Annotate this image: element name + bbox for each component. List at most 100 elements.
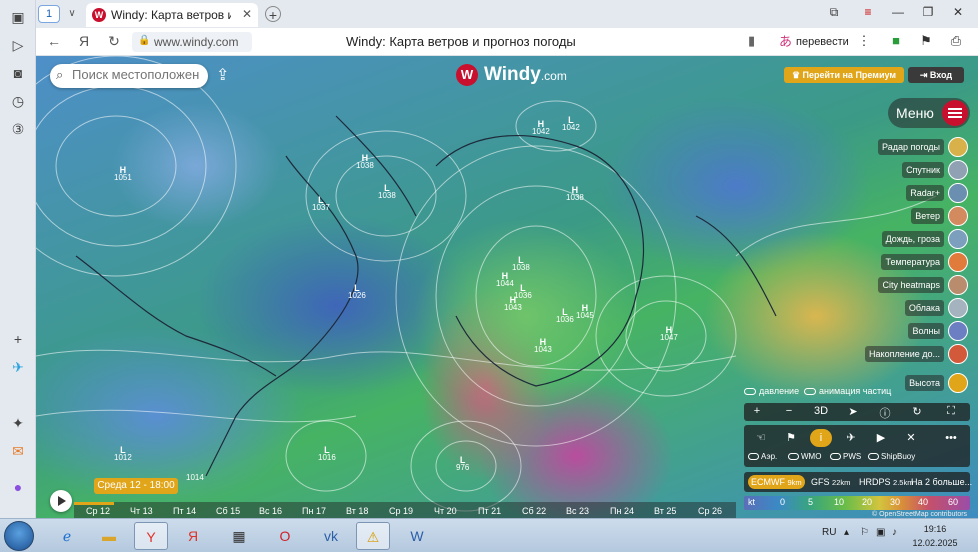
counter-icon[interactable]: ③ [9, 120, 27, 138]
back-icon[interactable]: ← [44, 33, 64, 49]
play-icon[interactable]: ▷ [9, 36, 27, 54]
menu-notify-icon[interactable]: ≡ [858, 5, 878, 19]
word-icon[interactable]: W [400, 522, 434, 550]
crown-icon: ♛ [791, 70, 803, 80]
model-more[interactable]: На 2 больше... [908, 475, 975, 489]
pressure-label: L 1016 [318, 445, 336, 462]
heatmap-icon [948, 275, 968, 295]
extension-icon[interactable]: ■ [886, 33, 906, 48]
timeline-progress [74, 502, 114, 505]
tray-arrow-icon[interactable]: ▴ [844, 527, 849, 538]
map-controls: + − 3D ➤ ⓘ ↻ ⛶ [744, 403, 970, 421]
locate-icon[interactable]: ➤ [842, 405, 864, 418]
model-gfs[interactable]: GFS 22km [808, 475, 853, 489]
info-icon[interactable]: ⓘ [874, 405, 896, 421]
volume-icon[interactable]: ♪ [892, 527, 897, 538]
accumulation-icon [948, 344, 968, 364]
zoom-out-icon[interactable]: − [778, 405, 800, 417]
tray-flag-icon[interactable]: ⚐ [860, 527, 869, 538]
close-window-icon[interactable]: ✕ [948, 5, 968, 19]
model-ecmwf[interactable]: ECMWF 9km [748, 475, 805, 489]
downloads-icon[interactable]: ⎙ [946, 33, 966, 49]
yandex-browser-icon[interactable]: Y [134, 522, 168, 550]
yandex-icon[interactable]: Я [74, 33, 94, 49]
mail-icon[interactable]: ✉ [9, 442, 27, 460]
refresh-icon[interactable]: ↻ [906, 405, 928, 418]
collections-icon[interactable]: ⧉ [824, 5, 844, 20]
play-button[interactable] [50, 490, 72, 512]
alice-icon[interactable]: ● [9, 478, 27, 496]
pressure-label: H 1043 [504, 295, 522, 312]
yandex-icon[interactable]: Я [176, 522, 210, 550]
fullscreen-icon[interactable]: ⛶ [940, 405, 962, 418]
page-title: Windy: Карта ветров и прогноз погоды [346, 34, 576, 49]
folder-icon[interactable]: ▬ [92, 522, 126, 550]
url-field[interactable]: 🔒 www.windy.com [132, 32, 252, 52]
tab-title: Windy: Карта ветров и [111, 8, 231, 22]
temperature-icon [948, 252, 968, 272]
opera-icon[interactable]: O [268, 522, 302, 550]
app-icon[interactable]: ▦ [222, 522, 256, 550]
close-panel-icon[interactable]: ✕ [900, 429, 922, 447]
pressure-label: L 1038 [378, 183, 396, 200]
attribution[interactable]: © OpenStreetMap contributors [872, 511, 967, 518]
telegram-icon[interactable]: ✈ [9, 358, 27, 376]
hand-icon[interactable]: ☜ [750, 429, 772, 447]
particles-toggle[interactable]: анимация частиц [804, 386, 891, 396]
tabs-icon[interactable]: ▣ [9, 8, 27, 26]
webcam-icon[interactable]: ▶ [870, 429, 892, 447]
pws-toggle[interactable]: PWS [830, 452, 861, 461]
search-input[interactable] [72, 67, 202, 82]
timeline[interactable]: Ср 12 Чт 13 Пт 14 Сб 15 Вс 16 Пн 17 Вт 1… [74, 502, 736, 518]
tab-counter[interactable]: 1 [38, 5, 60, 23]
menu-button[interactable]: Меню [888, 98, 970, 128]
add-icon[interactable]: + [9, 330, 27, 348]
vk-icon[interactable]: vk [314, 522, 348, 550]
new-tab-icon[interactable]: + [265, 6, 281, 23]
zoom-in-icon[interactable]: + [746, 405, 768, 417]
pressure-label: L 976 [456, 455, 470, 472]
wmo-toggle[interactable]: WMO [788, 452, 821, 461]
chevron-down-icon[interactable]: ∨ [63, 5, 81, 23]
flag-icon[interactable]: ⚑ [780, 429, 802, 447]
wind-scale[interactable]: kt 0 5 10 20 30 40 60 [744, 496, 970, 510]
location-search[interactable]: ⌕ [50, 64, 208, 88]
windy-map[interactable]: H 1051 H 1042 L 1042 H 1038 L 1038 L 1037 L 102… [36, 56, 978, 518]
pressure-label: H 1038 [356, 153, 374, 170]
3d-button[interactable]: 3D [810, 405, 832, 417]
ie-icon[interactable]: ℯ [50, 522, 84, 550]
time-badge[interactable]: Среда 12 - 18:00 [94, 478, 178, 494]
clouds-icon [948, 298, 968, 318]
address-bar: ← Я ↻ 🔒 www.windy.com Windy: Карта ветро… [36, 28, 978, 56]
login-button[interactable]: ⇥ Вход [908, 67, 964, 83]
compass-icon[interactable]: ✦ [9, 414, 27, 432]
share-icon[interactable]: ⇪ [216, 65, 229, 85]
bookmark-icon[interactable]: ▮ [748, 33, 755, 49]
start-button[interactable] [4, 521, 34, 551]
restore-icon[interactable]: ❐ [918, 5, 938, 19]
pressure-label: L 1038 [512, 255, 530, 272]
warning-icon[interactable]: ⚠ [356, 522, 390, 550]
airplane-icon[interactable]: ✈ [840, 429, 862, 447]
shipbuoy-toggle[interactable]: ShipBuoy [868, 452, 915, 461]
close-tab-icon[interactable]: ✕ [242, 7, 252, 21]
reload-icon[interactable]: ↻ [104, 33, 124, 50]
tab-windy[interactable]: W Windy: Карта ветров и ✕ [86, 3, 258, 27]
camera-icon[interactable]: ◙ [9, 64, 27, 82]
logo-suffix: .com [540, 69, 567, 83]
airports-toggle[interactable]: Аэр. [748, 452, 777, 461]
language-indicator[interactable]: RU [822, 527, 836, 538]
search-icon: ⌕ [56, 67, 64, 82]
minimize-icon[interactable]: — [888, 5, 908, 19]
pressure-toggle[interactable]: давление [744, 386, 799, 396]
more-icon[interactable]: ••• [940, 429, 962, 447]
more-icon[interactable]: ⋮ [854, 33, 874, 49]
premium-button[interactable]: ♛ Перейти на Премиум [784, 67, 904, 83]
pressure-label: L 1036 [556, 307, 574, 324]
history-icon[interactable]: ◷ [9, 92, 27, 110]
info-active-icon[interactable]: i [810, 429, 832, 447]
network-icon[interactable]: ▣ [876, 527, 885, 538]
waves-icon [948, 321, 968, 341]
clock[interactable]: 19:16 12.02.2025 [910, 522, 960, 550]
shirt-icon[interactable]: ⚑ [916, 33, 936, 49]
